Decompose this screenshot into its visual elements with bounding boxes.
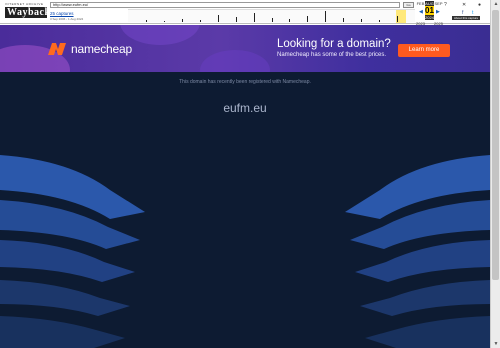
page: INTERNET ARCHIVE WaybackMachine http://w… xyxy=(0,0,500,348)
next-arrow-icon[interactable]: ▶ xyxy=(436,9,440,15)
capture-sparkline[interactable] xyxy=(128,9,415,23)
scroll-up-icon[interactable]: ▲ xyxy=(492,0,500,8)
logo-brand: WaybackMachine xyxy=(5,7,92,18)
promo-subline: Namecheap has some of the best prices. xyxy=(277,52,387,58)
capture-bar xyxy=(145,20,147,22)
capture-bar xyxy=(181,19,183,22)
capture-bar xyxy=(307,16,309,22)
capture-bar xyxy=(217,15,219,22)
close-icon[interactable]: ✕ xyxy=(462,2,466,8)
scroll-down-icon[interactable]: ▼ xyxy=(492,340,500,348)
capture-date-range: 3 Sep 2006 - 1 Aug 2024 xyxy=(50,17,84,21)
prev-month-col[interactable]: FEB ◀ 2023 xyxy=(416,1,425,26)
capture-bar xyxy=(397,16,399,22)
help-icon[interactable]: ? xyxy=(444,2,447,8)
namecheap-logo[interactable]: namecheap xyxy=(47,42,132,56)
registration-notice: This domain has recently been registered… xyxy=(179,79,311,85)
url-input[interactable]: http://www.eufm.eu/ xyxy=(50,2,400,8)
domain-name: eufm.eu xyxy=(223,101,267,115)
banner-decoration xyxy=(120,25,200,45)
logo-tagline: INTERNET ARCHIVE xyxy=(5,2,44,6)
captures-link[interactable]: 25 captures xyxy=(50,11,74,16)
calendar-nav: FEB ◀ 2023 AUG 01 2024 SEP ▶ 2025 xyxy=(416,1,443,26)
capture-bar xyxy=(289,19,291,22)
capture-bar xyxy=(253,13,255,22)
wayback-logo[interactable]: INTERNET ARCHIVE WaybackMachine xyxy=(5,2,92,22)
scrollbar-thumb[interactable] xyxy=(492,10,499,280)
page-scrollbar[interactable]: ▲ ▼ xyxy=(490,0,500,348)
promo-headline: Looking for a domain? xyxy=(277,38,391,50)
wayback-toolbar: INTERNET ARCHIVE WaybackMachine http://w… xyxy=(0,0,490,26)
current-day: 01 xyxy=(425,6,434,15)
parking-page: This domain has recently been registered… xyxy=(0,72,490,348)
prev-arrow-icon[interactable]: ◀ xyxy=(419,9,423,15)
capture-bar xyxy=(235,17,237,22)
prev-month: FEB xyxy=(416,1,425,6)
capture-bar xyxy=(163,21,165,22)
capture-bar xyxy=(199,20,201,22)
brand-name: namecheap xyxy=(71,42,132,56)
capture-bar xyxy=(343,18,345,22)
current-month-col: AUG 01 2024 xyxy=(425,1,434,20)
go-button[interactable]: Go xyxy=(403,2,414,8)
about-capture-button[interactable]: About this capture xyxy=(452,16,481,20)
user-icon[interactable]: ● xyxy=(478,2,481,8)
learn-more-button[interactable]: Learn more xyxy=(398,44,450,57)
capture-bar xyxy=(271,18,273,22)
banner-decoration xyxy=(200,50,270,72)
namecheap-banner: namecheap Looking for a domain? Namechea… xyxy=(0,25,490,72)
promo-text: Looking for a domain? Namecheap has some… xyxy=(277,38,391,58)
capture-bar xyxy=(379,20,381,22)
current-year: 2024 xyxy=(425,15,434,20)
capture-bar xyxy=(325,11,327,22)
namecheap-n-icon xyxy=(48,43,66,55)
capture-bar xyxy=(361,19,363,22)
